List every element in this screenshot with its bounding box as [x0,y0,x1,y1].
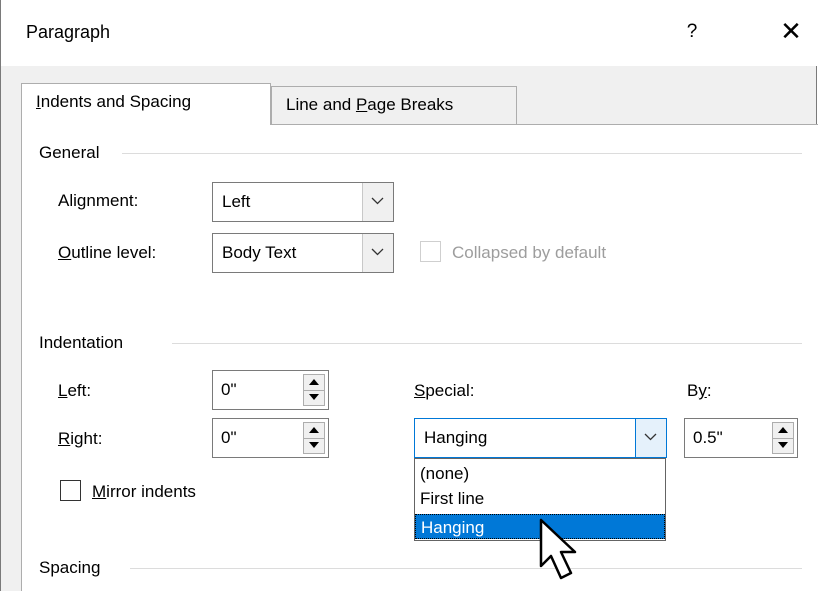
outline-level-select[interactable]: Body Text [212,233,394,273]
spinner-buttons [772,422,794,454]
general-section-label: General [39,143,108,163]
tab-label: Line and [286,95,356,114]
tab-label: ndents and Spacing [40,92,192,111]
mouse-cursor-icon [539,518,577,580]
mirror-indents-label[interactable]: Mirror indents [92,482,196,502]
close-button[interactable]: ✕ [773,14,809,50]
chevron-down-icon[interactable] [362,234,393,272]
outline-level-label: Outline level: [58,243,157,262]
indentation-divider [172,343,802,344]
alignment-label: Alignment: [58,191,139,210]
spin-down-button[interactable] [773,438,793,453]
alignment-select[interactable]: Left [212,182,394,222]
left-indent-label: Left: [58,381,92,400]
spacing-divider [130,568,802,569]
chevron-down-icon[interactable] [635,419,666,457]
dropdown-option-none[interactable]: (none) [415,461,665,486]
special-select[interactable]: Hanging [414,418,667,458]
right-indent-spinner[interactable]: 0" [212,418,329,458]
spin-down-button[interactable] [304,438,324,453]
spin-down-button[interactable] [304,390,324,405]
spacing-section-label: Spacing [39,558,109,578]
left-indent-value: 0" [221,380,237,399]
collapsed-by-default-label: Collapsed by default [452,243,607,262]
help-button[interactable]: ? [679,16,705,48]
special-value: Hanging [424,428,488,447]
general-divider [122,153,802,154]
mirror-indents-checkbox[interactable] [60,480,81,501]
chevron-down-icon[interactable] [362,183,393,221]
paragraph-dialog: Paragraph ? ✕ Indents and Spacing Line a… [0,0,818,591]
spin-up-button[interactable] [773,423,793,439]
outline-level-value: Body Text [222,243,297,262]
title-bar: Paragraph ? ✕ [1,0,818,66]
spinner-buttons [303,374,325,406]
tab-line-and-page-breaks[interactable]: Line and Page Breaks [271,86,517,125]
right-indent-label: Right: [58,429,103,448]
by-value: 0.5" [693,428,723,447]
tab-label: age Breaks [367,95,454,114]
by-spinner[interactable]: 0.5" [684,418,798,458]
spinner-buttons [303,422,325,454]
right-indent-value: 0" [221,428,237,447]
indentation-section-label: Indentation [39,333,132,353]
tab-indents-and-spacing[interactable]: Indents and Spacing [21,83,271,125]
special-label: Special: [414,381,475,400]
dropdown-option-first-line[interactable]: First line [415,486,665,511]
spin-up-button[interactable] [304,423,324,439]
alignment-value: Left [222,192,251,211]
spin-up-button[interactable] [304,375,324,391]
left-indent-spinner[interactable]: 0" [212,370,329,410]
tab-label-mnemonic: P [355,95,368,114]
by-label: By: [687,381,712,400]
collapsed-by-default-checkbox [420,241,441,262]
dialog-title: Paragraph [26,22,111,42]
